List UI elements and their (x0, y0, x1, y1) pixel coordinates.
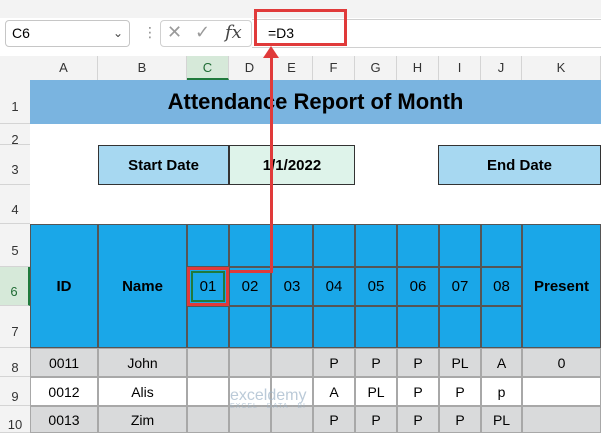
cell-attendance[interactable]: A (313, 377, 355, 406)
cell-attendance[interactable]: P (397, 348, 439, 377)
cell-attendance[interactable]: P (355, 406, 397, 433)
cell-attendance[interactable]: P (355, 348, 397, 377)
day-header-bottom (229, 306, 271, 348)
arrow-vertical (270, 56, 273, 273)
row-header-3[interactable]: 3 (0, 145, 30, 185)
cell-attendance[interactable]: PL (355, 377, 397, 406)
row-header-1[interactable]: 1 (0, 80, 30, 124)
row-header-6[interactable]: 6 (0, 267, 30, 306)
insert-function-icon[interactable]: fx (225, 22, 242, 43)
formula-highlight-box (254, 9, 347, 46)
cell-attendance[interactable] (229, 406, 271, 433)
cell-attendance[interactable]: A (481, 348, 522, 377)
day-header-top (481, 224, 522, 267)
cell-attendance[interactable] (271, 406, 313, 433)
day-header-top (271, 224, 313, 267)
day-header-bottom (187, 306, 229, 348)
day-header-bottom (355, 306, 397, 348)
row-header-2[interactable]: 2 (0, 124, 30, 147)
more-options-icon[interactable]: ⋮ (143, 24, 157, 41)
cell-attendance[interactable] (229, 348, 271, 377)
cell-name[interactable]: John (98, 348, 187, 377)
column-header-j[interactable]: J (481, 56, 522, 80)
cell-attendance[interactable]: P (439, 377, 481, 406)
confirm-icon[interactable]: ✓ (195, 22, 210, 43)
column-header-b[interactable]: B (98, 56, 187, 80)
watermark-name: exceldemy (230, 387, 307, 404)
cell-attendance[interactable]: PL (439, 348, 481, 377)
column-header-c[interactable]: C (187, 56, 229, 80)
day-header-top (439, 224, 481, 267)
column-header-g[interactable]: G (355, 56, 397, 80)
cell-attendance[interactable]: P (313, 348, 355, 377)
cell-id[interactable]: 0011 (30, 348, 98, 377)
cell-attendance[interactable] (187, 377, 229, 406)
column-header-a[interactable]: A (30, 56, 98, 80)
watermark: exceldemy EXCEL · DATA · BI (230, 387, 306, 410)
day-header-bottom (271, 306, 313, 348)
day-header-top (187, 224, 229, 267)
cell-attendance[interactable]: P (397, 377, 439, 406)
cell-attendance[interactable]: PL (481, 406, 522, 433)
column-header-i[interactable]: I (439, 56, 481, 80)
day-header-bottom (439, 306, 481, 348)
row-header-7[interactable]: 7 (0, 306, 30, 348)
day-header-05[interactable]: 05 (355, 267, 397, 306)
day-header-06[interactable]: 06 (397, 267, 439, 306)
cell-attendance[interactable]: P (313, 406, 355, 433)
select-all-corner[interactable] (0, 56, 30, 80)
end-date-label[interactable]: End Date (438, 145, 601, 185)
row-header-5[interactable]: 5 (0, 224, 30, 267)
start-date-value[interactable]: 1/1/2022 (229, 145, 355, 185)
cell-id[interactable]: 0012 (30, 377, 98, 406)
column-header-h[interactable]: H (397, 56, 439, 80)
cell-id[interactable]: 0013 (30, 406, 98, 433)
day-header-03[interactable]: 03 (271, 267, 313, 306)
arrow-up-icon (263, 46, 279, 58)
day-header-08[interactable]: 08 (481, 267, 522, 306)
day-header-top (397, 224, 439, 267)
cell-attendance[interactable]: P (397, 406, 439, 433)
cell-name[interactable]: Alis (98, 377, 187, 406)
row-header-9[interactable]: 9 (0, 377, 30, 406)
start-date-label[interactable]: Start Date (98, 145, 229, 185)
day-header-bottom (481, 306, 522, 348)
header-name[interactable]: Name (98, 224, 187, 348)
column-header-f[interactable]: F (313, 56, 355, 80)
day-header-04[interactable]: 04 (313, 267, 355, 306)
day-header-bottom (397, 306, 439, 348)
arrow-horizontal (230, 270, 272, 273)
day-header-01[interactable]: 01 (187, 267, 229, 306)
day-header-top (229, 224, 271, 267)
formula-controls: ✕ ✓ fx (160, 20, 252, 47)
name-box[interactable]: C6 ⌄ (5, 20, 130, 47)
cell-attendance[interactable]: p (481, 377, 522, 406)
cell-present[interactable]: 0 (522, 348, 601, 377)
watermark-tagline: EXCEL · DATA · BI (230, 403, 306, 410)
report-title: Attendance Report of Month (30, 80, 601, 124)
column-header-d[interactable]: D (229, 56, 271, 80)
cell-attendance[interactable] (187, 406, 229, 433)
cell-attendance[interactable] (187, 348, 229, 377)
day-header-07[interactable]: 07 (439, 267, 481, 306)
day-header-bottom (313, 306, 355, 348)
row-header-8[interactable]: 8 (0, 348, 30, 377)
cell-present[interactable] (522, 406, 601, 433)
day-header-top (355, 224, 397, 267)
cell-present[interactable] (522, 377, 601, 406)
cell-attendance[interactable] (271, 348, 313, 377)
cell-attendance[interactable]: P (439, 406, 481, 433)
header-id[interactable]: ID (30, 224, 98, 348)
column-header-k[interactable]: K (522, 56, 601, 80)
day-header-top (313, 224, 355, 267)
row-header-4[interactable]: 4 (0, 185, 30, 224)
row-header-10[interactable]: 10 (0, 406, 30, 433)
header-present[interactable]: Present (522, 224, 601, 348)
chevron-down-icon[interactable]: ⌄ (113, 21, 123, 46)
cell-name[interactable]: Zim (98, 406, 187, 433)
name-box-value: C6 (12, 25, 30, 41)
cancel-icon[interactable]: ✕ (167, 22, 182, 43)
column-header-e[interactable]: E (271, 56, 313, 80)
